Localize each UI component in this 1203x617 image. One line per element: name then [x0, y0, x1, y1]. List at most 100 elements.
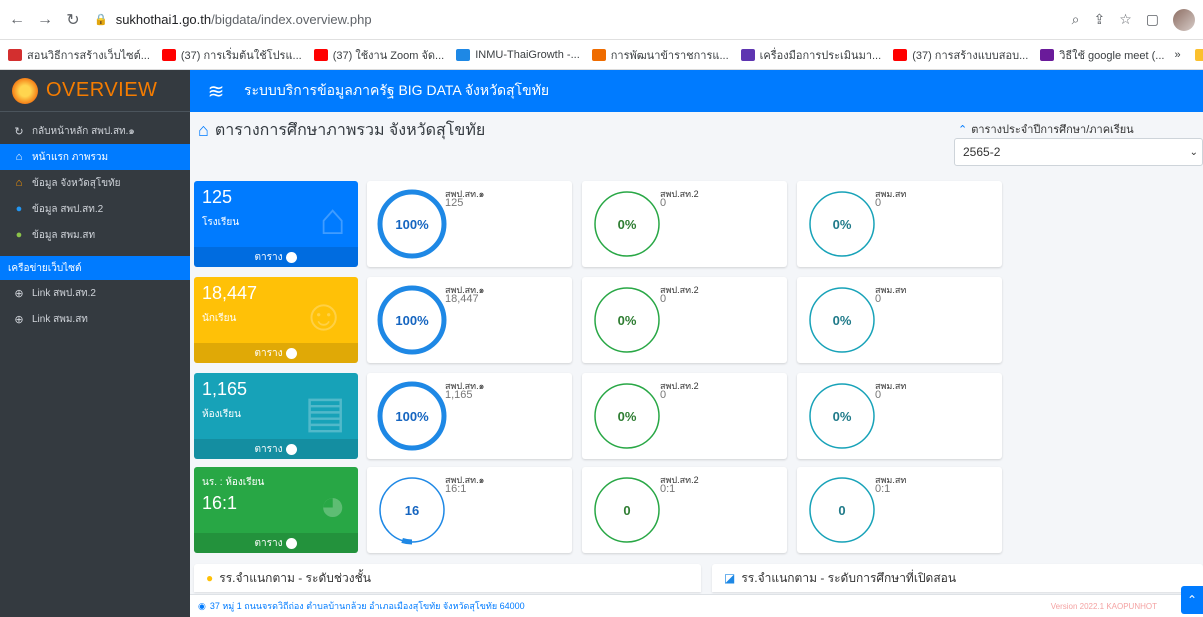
ring-label: 0% — [833, 409, 852, 424]
chart-icon: ◪ — [724, 571, 736, 585]
card-value: 0 — [660, 293, 667, 305]
stat-label: ห้องเรียน — [202, 409, 241, 420]
bookmark-item[interactable]: วิธีใช้ google meet (... — [1040, 46, 1164, 64]
ring-card: 0% สพป.สท.2 0 — [582, 181, 787, 267]
url-path: /bigdata/index.overview.php — [211, 12, 372, 27]
url-host: sukhothai1.go.th — [115, 12, 212, 27]
zoom-icon[interactable]: ⌕ — [1072, 11, 1080, 28]
stat-table-link[interactable]: ตาราง — [194, 247, 358, 267]
sidebar-header: เครือข่ายเว็บไซต์ — [0, 256, 190, 280]
sidebar-item-label: หน้าแรก ภาพรวม — [32, 151, 109, 163]
bookmark-icon — [1194, 48, 1203, 61]
circle-icon: ● — [15, 203, 23, 215]
bookmark-item[interactable]: (37) ใช้งาน Zoom จัด... — [313, 46, 445, 64]
bookmark-item[interactable]: (37) การเริ่มต้นใช้โปรแ... — [161, 46, 302, 64]
card-value: 0 — [660, 389, 667, 401]
bookmarks-more-icon[interactable]: » — [1174, 49, 1180, 61]
stat-footer-label: ตาราง — [254, 347, 283, 359]
sidebar-item[interactable]: ● ข้อมูล สพป.สท.2 — [0, 196, 190, 222]
bookmark-icon — [313, 48, 328, 61]
bookmark-label: การพัฒนาข้าราชการแ... — [610, 49, 729, 62]
ring-label: 100% — [395, 313, 429, 328]
section-header: ● รร.จำแนกตาม - ระดับช่วงชั้น — [194, 564, 701, 592]
year-label: ⌃ ตารางประจำปีการศึกษา/ภาคเรียน — [958, 120, 1134, 138]
stat-table-link[interactable]: ตาราง — [194, 439, 358, 459]
bookmark-item[interactable]: INMU-ThaiGrowth -... — [456, 48, 580, 61]
forward-icon[interactable]: → — [34, 9, 56, 31]
clock-icon — [286, 443, 298, 455]
sidebar-link[interactable]: ⊕ Link สพม.สท — [0, 306, 190, 332]
brand[interactable]: OVERVIEW — [0, 70, 190, 112]
bookmark-item[interactable]: การพัฒนาข้าราชการแ... — [591, 46, 729, 64]
year-select-value: 2565-2 — [963, 145, 1001, 159]
ring-label: 0% — [618, 409, 637, 424]
stat-value: 16:1 — [202, 493, 238, 513]
lock-icon: 🔒 — [94, 14, 108, 26]
progress-ring: 0% — [594, 287, 660, 353]
ring-card: 0% สพป.สท.2 0 — [582, 277, 787, 363]
bookmark-icon — [8, 48, 22, 61]
scroll-top-button[interactable]: ⌃ — [1181, 586, 1203, 614]
bookmark-item[interactable]: บุ๊กมา — [1194, 46, 1203, 64]
home-icon: ⌂ — [198, 120, 209, 140]
stat-table-link[interactable]: ตาราง — [194, 343, 358, 363]
footer-address: 37 หมู่ 1 ถนนจรดวิถีถ่อง ตำบลบ้านกล้วย อ… — [209, 601, 525, 611]
ring-card: 100% สพป.สท.๑ 125 — [367, 181, 572, 267]
card-value: 0:1 — [660, 483, 676, 495]
bookmark-item[interactable]: เครื่องมือการประเมินมา... — [740, 46, 881, 64]
ring-card: 0 สพป.สท.2 0:1 — [582, 467, 787, 553]
refresh-icon: ↻ — [14, 125, 24, 138]
section-title: รร.จำแนกตาม - ระดับช่วงชั้น — [219, 570, 371, 585]
sidebar-link[interactable]: ⊕ Link สพป.สท.2 — [0, 280, 190, 306]
back-icon[interactable]: ← — [6, 9, 28, 31]
section-header: ◪ รร.จำแนกตาม - ระดับการศึกษาที่เปิดสอน — [712, 564, 1203, 592]
page-heading: ⌂ ตารางการศึกษาภาพรวม จังหวัดสุโขทัย — [198, 118, 485, 143]
sidebar-item[interactable]: ● ข้อมูล สพม.สท — [0, 222, 190, 248]
sidebar-item-label: ข้อมูล สพป.สท.2 — [32, 203, 104, 215]
ring-label: 100% — [395, 217, 429, 232]
sidebar-item[interactable]: ⌂ หน้าแรก ภาพรวม — [0, 144, 190, 170]
menu-toggle-icon[interactable]: ≋ — [198, 79, 234, 104]
share-icon[interactable]: ⇪ — [1093, 11, 1105, 28]
stat-table-link[interactable]: ตาราง — [194, 533, 358, 553]
window-icon[interactable]: ▢ — [1146, 11, 1159, 28]
bookmark-item[interactable]: สอนวิธีการสร้างเว็บไซต์... — [8, 46, 150, 64]
topbar-title: ระบบบริการข้อมูลภาครัฐ BIG DATA จังหวัดส… — [244, 82, 550, 98]
house-icon: ⌂ — [319, 195, 346, 244]
progress-ring: 100% — [377, 381, 447, 451]
footer: ◉ 37 หมู่ 1 ถนนจรดวิถีถ่อง ตำบลบ้านกล้วย… — [190, 594, 1203, 617]
bookmark-icon — [893, 48, 908, 61]
stat-footer-label: ตาราง — [254, 537, 283, 549]
profile-avatar[interactable] — [1173, 8, 1195, 31]
sidebar-item[interactable]: ⌂ ข้อมูล จังหวัดสุโขทัย — [0, 170, 190, 196]
ball-icon: ● — [15, 229, 23, 241]
year-label-text: ตารางประจำปีการศึกษา/ภาคเรียน — [971, 124, 1134, 136]
year-select[interactable]: 2565-2 ⌄ — [954, 138, 1203, 166]
reload-icon[interactable]: ↻ — [62, 9, 84, 31]
bookmark-label: (37) ใช้งาน Zoom จัด... — [332, 49, 445, 62]
chevron-up-icon: ⌃ — [958, 124, 968, 136]
card-value: 125 — [445, 197, 464, 209]
stat-footer-label: ตาราง — [254, 443, 283, 455]
stat-box: 18,447 นักเรียน ☺ ตาราง — [194, 277, 358, 363]
sidebar-link-label: Link สพป.สท.2 — [32, 287, 96, 299]
section-title: รร.จำแนกตาม - ระดับการศึกษาที่เปิดสอน — [741, 570, 957, 585]
bookmark-label: วิธีใช้ google meet (... — [1059, 49, 1165, 62]
stat-value: 1,165 — [202, 379, 248, 399]
stat-box: 125 โรงเรียน ⌂ ตาราง — [194, 181, 358, 267]
star-icon[interactable]: ☆ — [1119, 11, 1132, 28]
ring-label: 0% — [833, 217, 852, 232]
ring-card: 0% สพม.สท 0 — [797, 373, 1002, 459]
card-value: 0 — [660, 197, 667, 209]
logo-icon — [12, 77, 38, 104]
bookmark-item[interactable]: (37) การสร้างแบบสอบ... — [893, 46, 1028, 64]
stat-box: 16:1 นร. : ห้องเรียน ◕ ตาราง — [194, 467, 358, 553]
card-value: 18,447 — [445, 293, 479, 305]
ring-card: 100% สพป.สท.๑ 1,165 — [367, 373, 572, 459]
ring-label: 100% — [395, 409, 429, 424]
version-text: Version 2022.1 KAOPUNHOT — [1050, 601, 1157, 611]
sidebar-item[interactable]: ↻ กลับหน้าหลัก สพป.สท.๑ — [0, 118, 190, 144]
progress-ring: 0% — [809, 383, 875, 449]
address-bar[interactable]: 🔒 sukhothai1.go.th/bigdata/index.overvie… — [94, 6, 372, 34]
sidebar: OVERVIEW ↻ กลับหน้าหลัก สพป.สท.๑ ⌂ หน้าแรก … — [0, 70, 190, 617]
